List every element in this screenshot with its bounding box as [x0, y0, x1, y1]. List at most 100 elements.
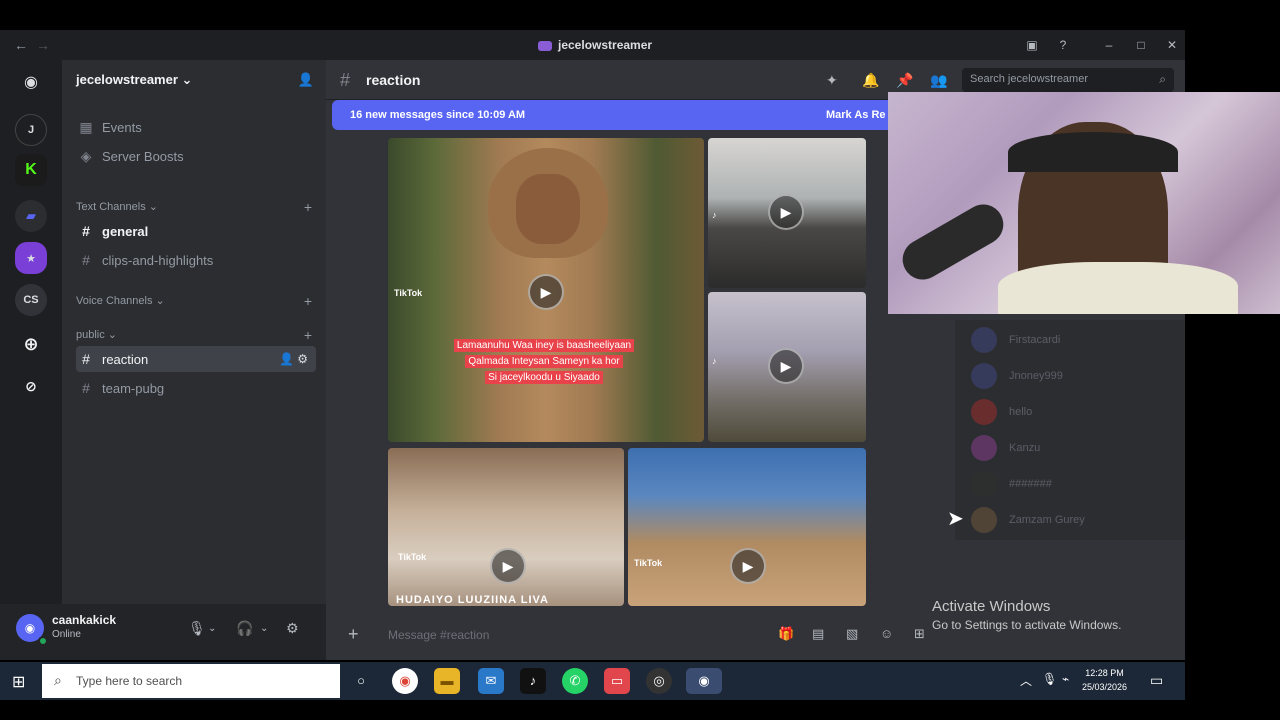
tray-chevron-icon[interactable]: ︿ — [1020, 672, 1032, 689]
jecelow-server-icon[interactable]: ★ — [15, 242, 47, 274]
forward-arrow-icon[interactable]: → — [36, 37, 50, 53]
sticker-icon[interactable]: ▧ — [846, 626, 858, 642]
webcam-overlay — [888, 92, 1280, 314]
kick-server-icon[interactable]: K — [15, 154, 47, 186]
windows-taskbar: ⊞ ⌕ Type here to search ○ ◉ ▬ ✉ ♪ ✆ ▭ ◎ … — [0, 662, 1185, 700]
chevron-down-icon[interactable]: ⌄ — [208, 623, 216, 634]
windows-start-icon[interactable]: ⊞ — [12, 672, 25, 692]
headphones-icon[interactable]: 🎧 — [236, 620, 253, 637]
message-composer[interactable]: + Message #reaction 🎁 ▤ ▧ ☺ ⊞ — [334, 614, 954, 654]
channel-reaction[interactable]: # reaction 👤 ⚙ — [76, 346, 316, 372]
emoji-icon[interactable]: ☺ — [880, 626, 893, 641]
network-icon[interactable]: ⌁ — [1062, 672, 1069, 686]
tiktok-icon[interactable]: ♪ — [520, 668, 546, 694]
message-input[interactable]: Message #reaction — [388, 628, 489, 642]
server-cs[interactable]: CS — [15, 284, 47, 316]
microphone-icon[interactable]: 🎙 — [188, 620, 206, 637]
member-item[interactable]: Jnoney999 — [971, 363, 1063, 389]
play-icon[interactable]: ▶ — [768, 348, 804, 384]
category-text-channels[interactable]: Text Channels ⌄ + — [76, 199, 312, 215]
member-item[interactable]: ####### — [971, 471, 1052, 497]
events-label: Events — [102, 119, 142, 135]
play-icon[interactable]: ▶ — [730, 548, 766, 584]
category-voice-channels[interactable]: Voice Channels ⌄ + — [76, 293, 312, 309]
search-placeholder: Search jecelowstreamer — [970, 73, 1088, 85]
folder-icon[interactable]: ▰ — [15, 200, 47, 232]
obs-icon[interactable]: ◎ — [646, 668, 672, 694]
chevron-down-icon[interactable]: ⌄ — [260, 623, 268, 634]
gift-icon[interactable]: 🎁 — [778, 626, 794, 642]
sidebar-item-events[interactable]: ▦ Events — [76, 114, 316, 140]
video-tile-5[interactable]: TikTok ▶ — [628, 448, 866, 606]
video-tile-3[interactable]: ♪ ▶ — [708, 292, 866, 442]
server-name[interactable]: jecelowstreamer ⌄ — [76, 72, 192, 88]
pin-icon[interactable]: 📌 — [896, 72, 913, 89]
channel-team-pubg[interactable]: # team-pubg — [76, 375, 316, 401]
video-tile-main[interactable]: TikTok ▶ Lamaanuhu Waa iney is baasheeli… — [388, 138, 704, 442]
video-tile-2[interactable]: ♪ ▶ — [708, 138, 866, 288]
member-item[interactable]: Firstacardi — [971, 327, 1060, 353]
clock-time: 12:28 PM — [1085, 668, 1124, 678]
video-caption: Lamaanuhu Waa iney is baasheeliyaan Qalm… — [424, 338, 664, 386]
apps-icon[interactable]: ⊞ — [914, 626, 925, 642]
channel-clips-and-highlights[interactable]: # clips-and-highlights — [76, 247, 316, 273]
notifications-icon[interactable]: ▭ — [1150, 672, 1163, 689]
close-icon[interactable]: ✕ — [1165, 38, 1179, 52]
minimize-icon[interactable]: – — [1102, 38, 1116, 52]
category-voice-label: Voice Channels — [76, 295, 153, 307]
tiktok-watermark: TikTok — [398, 552, 427, 562]
member-name: Zamzam Gurey — [1009, 514, 1085, 526]
discover-icon[interactable]: ⊘ — [15, 370, 47, 402]
tiktok-icon: ♪ — [712, 210, 717, 220]
face-shape — [516, 174, 580, 244]
server-logo-icon — [538, 40, 552, 51]
threads-icon[interactable]: ✦ — [826, 72, 838, 89]
member-list-icon[interactable]: 👥 — [930, 72, 947, 89]
channel-settings-icon[interactable]: 👤 ⚙ — [279, 352, 308, 366]
bell-icon[interactable]: 🔔 — [862, 72, 879, 89]
member-name: hello — [1009, 406, 1033, 418]
inbox-icon[interactable]: ▣ — [1025, 38, 1039, 52]
video-tile-4[interactable]: TikTok ▶ HUDAIYO LUUZIINA LIVA — [388, 448, 624, 606]
headset-icon — [1008, 132, 1178, 172]
add-channel-icon[interactable]: + — [304, 293, 312, 309]
cortana-icon[interactable]: ○ — [348, 668, 374, 694]
mark-as-read-button[interactable]: Mark As Re — [826, 109, 886, 121]
whatsapp-icon[interactable]: ✆ — [562, 668, 588, 694]
file-explorer-icon[interactable]: ▬ — [434, 668, 460, 694]
play-icon[interactable]: ▶ — [490, 548, 526, 584]
app-icon[interactable]: ▭ — [604, 668, 630, 694]
search-input[interactable]: Search jecelowstreamer ⌕ — [962, 68, 1174, 92]
member-item[interactable]: hello — [971, 399, 1033, 425]
discord-home-icon[interactable]: ◉ — [15, 66, 47, 98]
add-channel-icon[interactable]: + — [304, 199, 312, 215]
microphone-icon[interactable]: 🎙 — [1042, 672, 1057, 686]
category-public[interactable]: public ⌄ + — [76, 327, 312, 343]
avatar — [971, 327, 997, 353]
add-server-icon[interactable]: ⊕ — [15, 328, 47, 360]
play-icon[interactable]: ▶ — [528, 274, 564, 310]
taskbar-clock[interactable]: 12:28 PM 25/03/2026 — [1082, 666, 1127, 694]
server-j[interactable]: J — [15, 114, 47, 146]
mail-icon[interactable]: ✉ — [478, 668, 504, 694]
channel-general[interactable]: # general — [76, 218, 316, 244]
server-rail: ◉ J K ▰ ★ CS ⊕ ⊘ — [0, 60, 62, 660]
help-icon[interactable]: ? — [1056, 38, 1070, 52]
chrome-icon[interactable]: ◉ — [392, 668, 418, 694]
gear-icon[interactable]: ⚙ — [286, 620, 299, 637]
attach-plus-icon[interactable]: + — [348, 624, 359, 645]
sidebar-item-server-boosts[interactable]: ◈ Server Boosts — [76, 143, 316, 169]
channel-clips-label: clips-and-highlights — [102, 252, 214, 268]
invite-people-icon[interactable]: 👤 — [298, 72, 314, 88]
member-item[interactable]: Zamzam Gurey — [971, 507, 1085, 533]
new-messages-bar[interactable]: 16 new messages since 10:09 AM Mark As R… — [332, 100, 892, 130]
play-icon[interactable]: ▶ — [768, 194, 804, 230]
maximize-icon[interactable]: □ — [1134, 38, 1148, 52]
taskbar-search-input[interactable]: ⌕ Type here to search — [42, 664, 340, 698]
member-item[interactable]: Kanzu — [971, 435, 1040, 461]
discord-taskbar-icon[interactable]: ◉ — [686, 668, 722, 694]
gif-icon[interactable]: ▤ — [812, 626, 824, 642]
back-arrow-icon[interactable]: ← — [14, 37, 28, 53]
add-channel-icon[interactable]: + — [304, 327, 312, 343]
channel-team-pubg-label: team-pubg — [102, 380, 165, 396]
